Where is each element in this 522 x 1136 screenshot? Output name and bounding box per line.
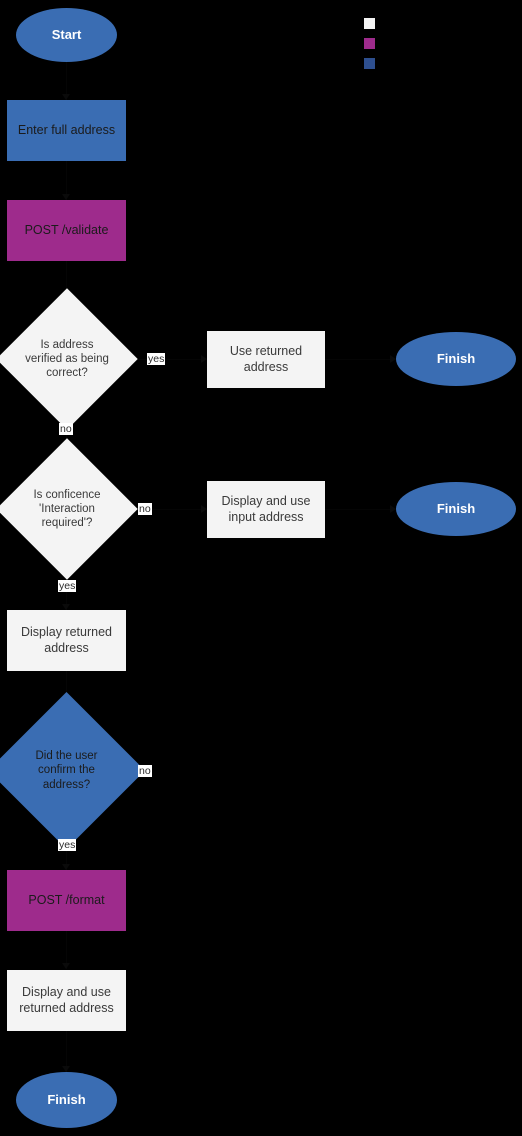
node-display-and-use-returned-address-label: Display and use returned address (19, 985, 114, 1015)
node-decision-user-confirm-label: Did the user confirm the address? (35, 750, 98, 791)
node-display-returned-address-label: Display returned address (20, 625, 112, 655)
edge-label-confidence-yes: yes (58, 580, 77, 592)
node-post-format-label: POST /format (28, 892, 105, 907)
node-finish-1-label: Finish (436, 351, 476, 367)
node-decision-address-verified-label: Is address verified as being correct? (25, 338, 109, 379)
legend-swatch-icon (364, 17, 375, 29)
edge-label-confirm-yes: yes (58, 839, 77, 851)
node-use-returned-address[interactable]: Use returned address (207, 331, 325, 388)
connector-display-use-input-address-to-finish (325, 509, 396, 510)
node-start[interactable]: Start (16, 8, 117, 62)
edge-label-verified-no: no (59, 423, 73, 435)
node-finish-3[interactable]: Finish (16, 1072, 117, 1128)
connector-use-returned-address-to-finish (325, 359, 396, 360)
node-finish-1[interactable]: Finish (396, 332, 516, 386)
node-display-and-use-input-address-label: Display and use input address (221, 494, 311, 524)
arrowhead-display-use-returned-address (62, 963, 70, 969)
edge-label-confirm-no: no (138, 765, 152, 777)
connector-verified-yes (126, 359, 207, 360)
node-finish-2[interactable]: Finish (396, 482, 516, 536)
legend-swatch-icon (364, 57, 375, 69)
node-start-label: Start (51, 27, 82, 43)
node-post-validate[interactable]: POST /validate (7, 200, 126, 261)
node-display-and-use-returned-address[interactable]: Display and use returned address (7, 970, 126, 1031)
node-finish-2-label: Finish (436, 501, 476, 517)
node-post-format[interactable]: POST /format (7, 870, 126, 931)
legend (364, 13, 514, 73)
node-use-returned-address-label: Use returned address (229, 344, 303, 374)
edge-label-confidence-no: no (138, 503, 152, 515)
node-post-validate-label: POST /validate (24, 222, 109, 237)
node-display-returned-address[interactable]: Display returned address (7, 610, 126, 671)
node-decision-confidence[interactable]: Is conficence 'Interaction required'? (0, 438, 138, 580)
flowchart-canvas: Start Enter full address POST /validate … (0, 0, 522, 1136)
node-decision-address-verified[interactable]: Is address verified as being correct? (0, 288, 138, 430)
node-display-and-use-input-address[interactable]: Display and use input address (207, 481, 325, 538)
node-decision-confidence-label: Is conficence 'Interaction required'? (33, 488, 101, 529)
legend-item-1 (364, 33, 514, 53)
node-finish-3-label: Finish (47, 1092, 86, 1108)
node-enter-full-address[interactable]: Enter full address (7, 100, 126, 161)
node-decision-user-confirm[interactable]: Did the user confirm the address? (0, 692, 145, 849)
node-enter-full-address-label: Enter full address (17, 122, 116, 137)
edge-label-verified-yes: yes (147, 353, 166, 365)
legend-swatch-icon (364, 37, 375, 49)
legend-item-0 (364, 13, 514, 33)
legend-item-2 (364, 53, 514, 73)
